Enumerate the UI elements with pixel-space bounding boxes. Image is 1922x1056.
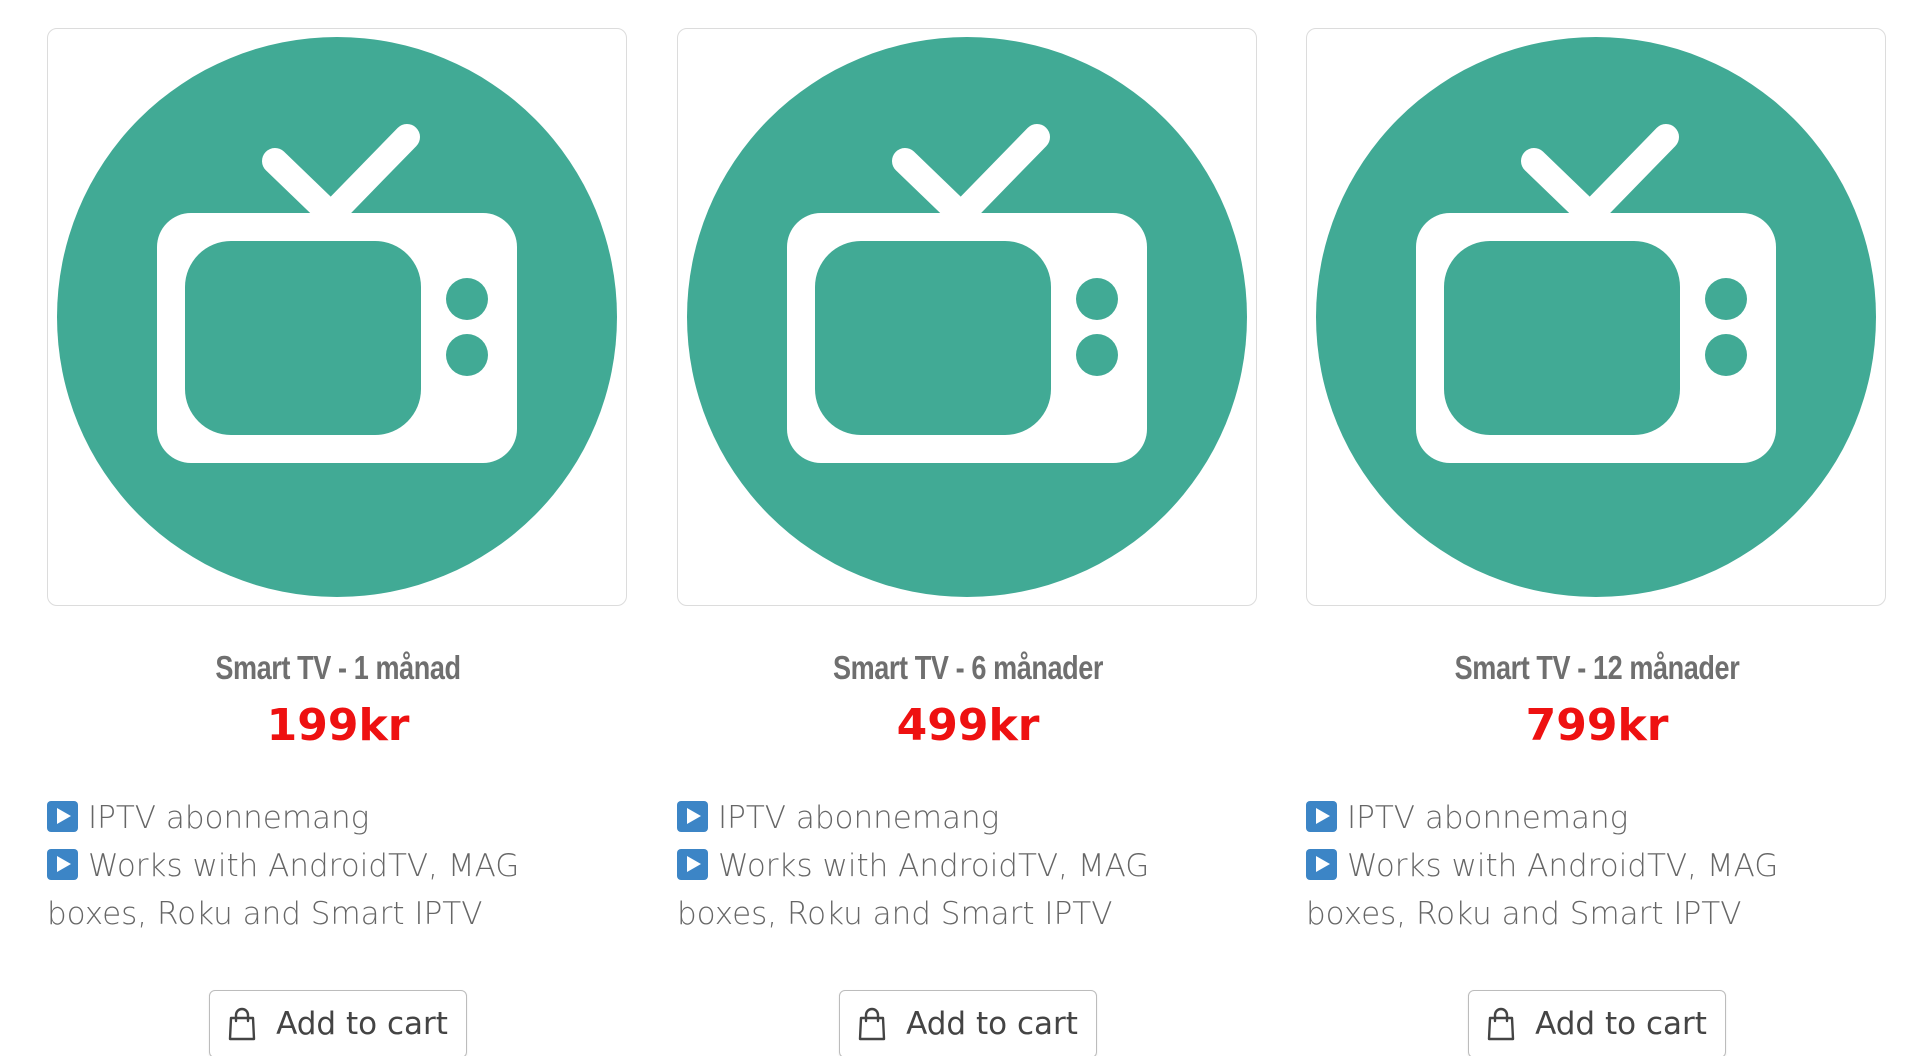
feature-item: IPTV abonnemang [47, 794, 629, 842]
product-grid: Smart TV - 1 månad 199kr IPTV abonnemang… [0, 0, 1922, 1056]
product-card: Smart TV - 6 månader 499kr IPTV abonnema… [677, 28, 1259, 1056]
tv-icon [1316, 37, 1876, 597]
feature-text: Works with AndroidTV, MAG boxes, Roku an… [1306, 848, 1779, 932]
add-to-cart-label: Add to cart [276, 1006, 448, 1042]
play-button-icon [1306, 801, 1337, 832]
play-button-icon [47, 801, 78, 832]
product-price: 199kr [266, 700, 410, 751]
shopping-bag-icon [858, 1007, 886, 1041]
feature-item: Works with AndroidTV, MAG boxes, Roku an… [677, 842, 1259, 938]
shopping-bag-icon [1487, 1007, 1515, 1041]
product-title[interactable]: Smart TV - 1 månad [99, 648, 576, 688]
play-button-icon [677, 801, 708, 832]
feature-text: Works with AndroidTV, MAG boxes, Roku an… [47, 848, 520, 932]
feature-text: IPTV abonnemang [88, 800, 370, 836]
product-title[interactable]: Smart TV - 12 månader [1358, 648, 1835, 688]
add-to-cart-label: Add to cart [906, 1006, 1078, 1042]
play-button-icon [47, 849, 78, 880]
feature-list: IPTV abonnemang Works with AndroidTV, MA… [677, 794, 1259, 938]
feature-list: IPTV abonnemang Works with AndroidTV, MA… [1306, 794, 1888, 938]
add-to-cart-label: Add to cart [1535, 1006, 1707, 1042]
feature-item: Works with AndroidTV, MAG boxes, Roku an… [1306, 842, 1888, 938]
feature-item: IPTV abonnemang [677, 794, 1259, 842]
add-to-cart-button[interactable]: Add to cart [839, 990, 1097, 1056]
product-price: 499kr [896, 700, 1040, 751]
feature-item: IPTV abonnemang [1306, 794, 1888, 842]
add-to-cart-button[interactable]: Add to cart [1468, 990, 1726, 1056]
tv-icon [687, 37, 1247, 597]
feature-text: IPTV abonnemang [1347, 800, 1629, 836]
feature-list: IPTV abonnemang Works with AndroidTV, MA… [47, 794, 629, 938]
product-price: 799kr [1525, 700, 1669, 751]
play-button-icon [1306, 849, 1337, 880]
add-to-cart-button[interactable]: Add to cart [209, 990, 467, 1056]
product-image-link[interactable] [47, 28, 627, 606]
product-card: Smart TV - 1 månad 199kr IPTV abonnemang… [47, 28, 629, 1056]
feature-text: IPTV abonnemang [718, 800, 1000, 836]
product-image-link[interactable] [677, 28, 1257, 606]
feature-text: Works with AndroidTV, MAG boxes, Roku an… [677, 848, 1150, 932]
tv-icon [57, 37, 617, 597]
shopping-bag-icon [228, 1007, 256, 1041]
feature-item: Works with AndroidTV, MAG boxes, Roku an… [47, 842, 629, 938]
product-card: Smart TV - 12 månader 799kr IPTV abonnem… [1306, 28, 1888, 1056]
play-button-icon [677, 849, 708, 880]
product-title[interactable]: Smart TV - 6 månader [729, 648, 1206, 688]
product-image-link[interactable] [1306, 28, 1886, 606]
